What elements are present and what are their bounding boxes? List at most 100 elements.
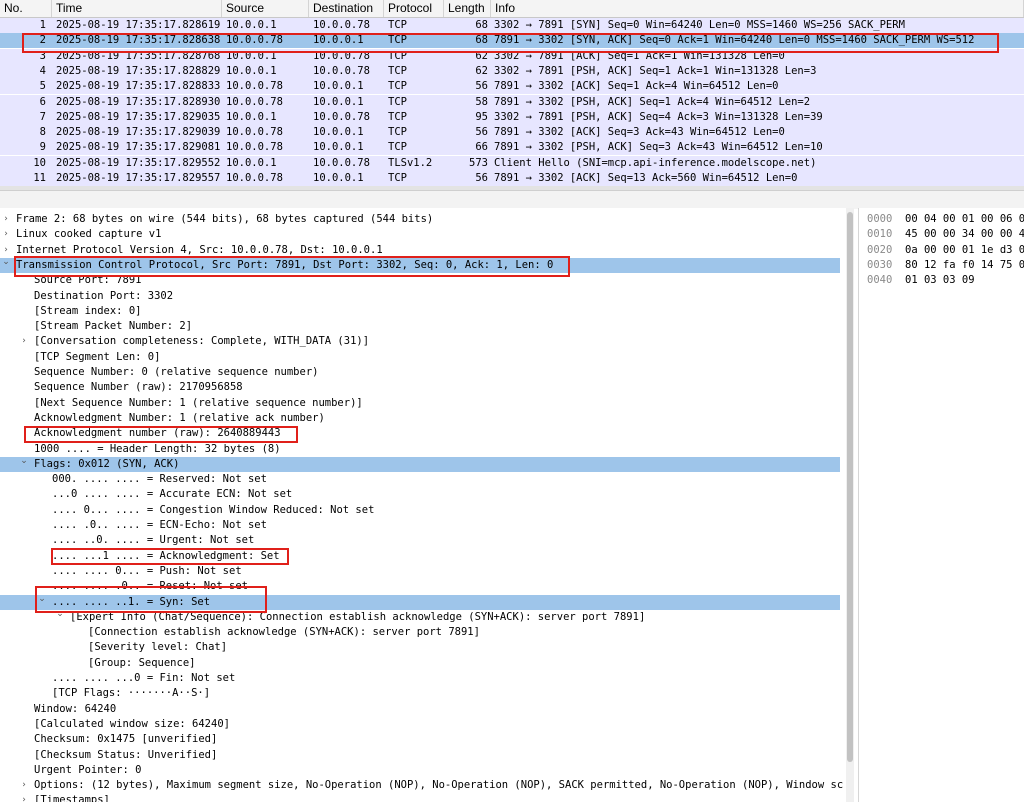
- packet-time: 2025-08-19 17:35:17.828619: [56, 19, 221, 31]
- hex-offset: 0000: [867, 213, 893, 225]
- collapsed-arrow-icon[interactable]: ›: [19, 334, 29, 349]
- packet-row[interactable]: 11 2025-08-19 17:35:17.829557 10.0.0.78 10.…: [0, 171, 1024, 186]
- column-header-2[interactable]: Source: [222, 0, 309, 17]
- detail-row[interactable]: Acknowledgment Number: 1 (relative ack n…: [0, 411, 840, 426]
- detail-row[interactable]: Destination Port: 3302: [0, 289, 840, 304]
- detail-text: 000. .... .... = Reserved: Not set: [52, 473, 267, 486]
- detail-row[interactable]: Acknowledgment number (raw): 2640889443: [0, 426, 840, 441]
- detail-text: [Conversation completeness: Complete, WI…: [34, 335, 370, 348]
- packet-src: 10.0.0.78: [226, 34, 283, 47]
- detail-row[interactable]: [Calculated window size: 64240]: [0, 717, 840, 732]
- detail-row[interactable]: .... .... ...0 = Fin: Not set: [0, 671, 840, 686]
- detail-row[interactable]: Sequence Number (raw): 2170956858: [0, 380, 840, 395]
- packet-row[interactable]: 8 2025-08-19 17:35:17.829039 10.0.0.78 10.0…: [0, 125, 1024, 141]
- column-header-4[interactable]: Protocol: [384, 0, 444, 17]
- detail-text: .... .... ...0 = Fin: Not set: [52, 672, 236, 684]
- collapsed-arrow-icon[interactable]: ›: [19, 793, 29, 802]
- pane-divider[interactable]: [0, 190, 1024, 209]
- packet-details-pane[interactable]: › Frame 2: 68 bytes on wire (544 bits), 6…: [0, 208, 846, 802]
- detail-row[interactable]: [Next Sequence Number: 1 (relative seque…: [0, 396, 840, 411]
- detail-row[interactable]: [Severity level: Chat]: [0, 640, 840, 655]
- packet-row[interactable]: 10 2025-08-19 17:35:17.829552 10.0.0.1 10.0…: [0, 155, 1024, 171]
- packet-details-scroll-thumb[interactable]: [847, 212, 853, 762]
- packet-bytes-pane[interactable]: 0000 00 04 00 01 00 06 0 0010 45 00 00 34 0…: [858, 208, 1024, 802]
- column-header-6[interactable]: Info: [491, 0, 1024, 17]
- column-header-5[interactable]: Length: [444, 0, 491, 17]
- expanded-arrow-icon[interactable]: ⌄: [37, 592, 47, 607]
- detail-row[interactable]: Source Port: 7891: [0, 273, 840, 288]
- column-header-3[interactable]: Destination: [309, 0, 384, 17]
- detail-row[interactable]: .... .... .0.. = Reset: Not set: [0, 579, 840, 594]
- detail-text: [Next Sequence Number: 1 (relative seque…: [34, 396, 363, 409]
- detail-row[interactable]: Sequence Number: 0 (relative sequence nu…: [0, 365, 840, 380]
- column-header-1[interactable]: Time: [52, 0, 222, 17]
- expanded-arrow-icon[interactable]: ⌄: [1, 255, 11, 270]
- expanded-arrow-icon[interactable]: ⌄: [55, 607, 65, 622]
- collapsed-arrow-icon[interactable]: ›: [1, 212, 11, 227]
- detail-row[interactable]: › Options: (12 bytes), Maximum segment si…: [0, 778, 843, 793]
- detail-text: [Severity level: Chat]: [88, 641, 228, 654]
- detail-row[interactable]: › Linux cooked capture v1: [0, 227, 840, 242]
- detail-row[interactable]: 000. .... .... = Reserved: Not set: [0, 472, 840, 487]
- detail-text: [Calculated window size: 64240]: [34, 717, 230, 730]
- column-header-0[interactable]: No.: [0, 0, 52, 17]
- packet-row[interactable]: 3 2025-08-19 17:35:17.828768 10.0.0.1 10.0.…: [0, 48, 1024, 64]
- detail-row[interactable]: ...0 .... .... = Accurate ECN: Not set: [0, 487, 840, 502]
- packet-row[interactable]: 1 2025-08-19 17:35:17.828619 10.0.0.1 10.0.…: [0, 18, 1024, 33]
- detail-row[interactable]: .... .0.. .... = ECN-Echo: Not set: [0, 518, 840, 533]
- packet-list-pane[interactable]: No. Time Source Destination Protocol Length In…: [0, 0, 1024, 190]
- packet-time: 2025-08-19 17:35:17.828829: [56, 64, 221, 77]
- packet-dst: 10.0.0.1: [313, 34, 364, 47]
- packet-info: 7891 → 3302 [ACK] Seq=13 Ack=560 Win=645…: [494, 172, 798, 184]
- detail-text: [Connection establish acknowledge (SYN+A…: [88, 626, 480, 639]
- detail-row[interactable]: [TCP Flags: ·······A··S·]: [0, 686, 840, 701]
- packet-row[interactable]: 9 2025-08-19 17:35:17.829081 10.0.0.78 10.0…: [0, 140, 1024, 156]
- detail-row[interactable]: [Group: Sequence]: [0, 656, 840, 671]
- detail-row[interactable]: .... ..0. .... = Urgent: Not set: [0, 533, 840, 548]
- packet-no: 6: [39, 95, 46, 108]
- packet-proto: TCP: [388, 64, 407, 77]
- packet-info: 3302 → 7891 [SYN] Seq=0 Win=64240 Len=0 …: [494, 19, 905, 31]
- packet-info: 7891 → 3302 [ACK] Seq=3 Ack=43 Win=64512…: [494, 126, 785, 139]
- detail-row[interactable]: [TCP Segment Len: 0]: [0, 350, 840, 365]
- packet-dst: 10.0.0.1: [313, 95, 364, 108]
- detail-row[interactable]: [Checksum Status: Unverified]: [0, 748, 840, 763]
- detail-row[interactable]: ⌄ Transmission Control Protocol, Src Port…: [0, 255, 840, 274]
- detail-row[interactable]: .... ...1 .... = Acknowledgment: Set: [0, 549, 840, 564]
- detail-text: .... ...1 .... = Acknowledgment: Set: [52, 549, 280, 562]
- detail-row[interactable]: Window: 64240: [0, 702, 840, 717]
- detail-row[interactable]: › Internet Protocol Version 4, Src: 10.0.…: [0, 243, 840, 258]
- detail-row[interactable]: Checksum: 0x1475 [unverified]: [0, 732, 840, 747]
- packet-proto: TCP: [388, 141, 407, 154]
- collapsed-arrow-icon[interactable]: ›: [19, 778, 29, 793]
- detail-row[interactable]: ⌄ .... .... ..1. = Syn: Set: [0, 592, 840, 610]
- collapsed-arrow-icon[interactable]: ›: [1, 227, 11, 242]
- detail-row[interactable]: ⌄ [Expert Info (Chat/Sequence): Connectio…: [0, 607, 840, 625]
- packet-src: 10.0.0.1: [226, 19, 277, 31]
- packet-row[interactable]: 2 2025-08-19 17:35:17.828638 10.0.0.78 10.0…: [0, 33, 1024, 49]
- detail-row[interactable]: › Frame 2: 68 bytes on wire (544 bits), 6…: [0, 212, 840, 227]
- packet-row[interactable]: 6 2025-08-19 17:35:17.828930 10.0.0.78 10.0…: [0, 94, 1024, 110]
- hex-bytes: 45 00 00 34 00 00 4: [905, 228, 1024, 241]
- detail-text: Sequence Number (raw): 2170956858: [34, 381, 243, 394]
- packet-row[interactable]: 7 2025-08-19 17:35:17.829035 10.0.0.1 10.0.…: [0, 109, 1024, 125]
- hex-bytes: 00 04 00 01 00 06 0: [905, 213, 1024, 225]
- detail-row[interactable]: .... 0... .... = Congestion Window Reduc…: [0, 503, 840, 518]
- packet-src: 10.0.0.1: [226, 110, 277, 123]
- expanded-arrow-icon[interactable]: ⌄: [19, 454, 29, 469]
- detail-row[interactable]: › [Timestamps]: [0, 793, 840, 802]
- detail-row[interactable]: [Connection establish acknowledge (SYN+A…: [0, 625, 840, 640]
- detail-text: 1000 .... = Header Length: 32 bytes (8): [34, 442, 281, 455]
- detail-row[interactable]: .... .... 0... = Push: Not set: [0, 564, 840, 579]
- packet-row[interactable]: 4 2025-08-19 17:35:17.828829 10.0.0.1 10.0.…: [0, 63, 1024, 79]
- packet-row[interactable]: 5 2025-08-19 17:35:17.828833 10.0.0.78 10.0…: [0, 79, 1024, 95]
- detail-row[interactable]: › [Conversation completeness: Complete, W…: [0, 334, 840, 349]
- detail-row[interactable]: [Stream index: 0]: [0, 304, 840, 319]
- detail-text: [TCP Flags: ·······A··S·]: [52, 687, 211, 700]
- detail-row[interactable]: Urgent Pointer: 0: [0, 763, 840, 778]
- detail-row[interactable]: ⌄ Flags: 0x012 (SYN, ACK): [0, 454, 840, 473]
- packet-no: 8: [39, 126, 46, 139]
- packet-dst: 10.0.0.1: [313, 80, 364, 93]
- detail-row[interactable]: [Stream Packet Number: 2]: [0, 319, 840, 334]
- detail-row[interactable]: 1000 .... = Header Length: 32 bytes (8): [0, 442, 840, 457]
